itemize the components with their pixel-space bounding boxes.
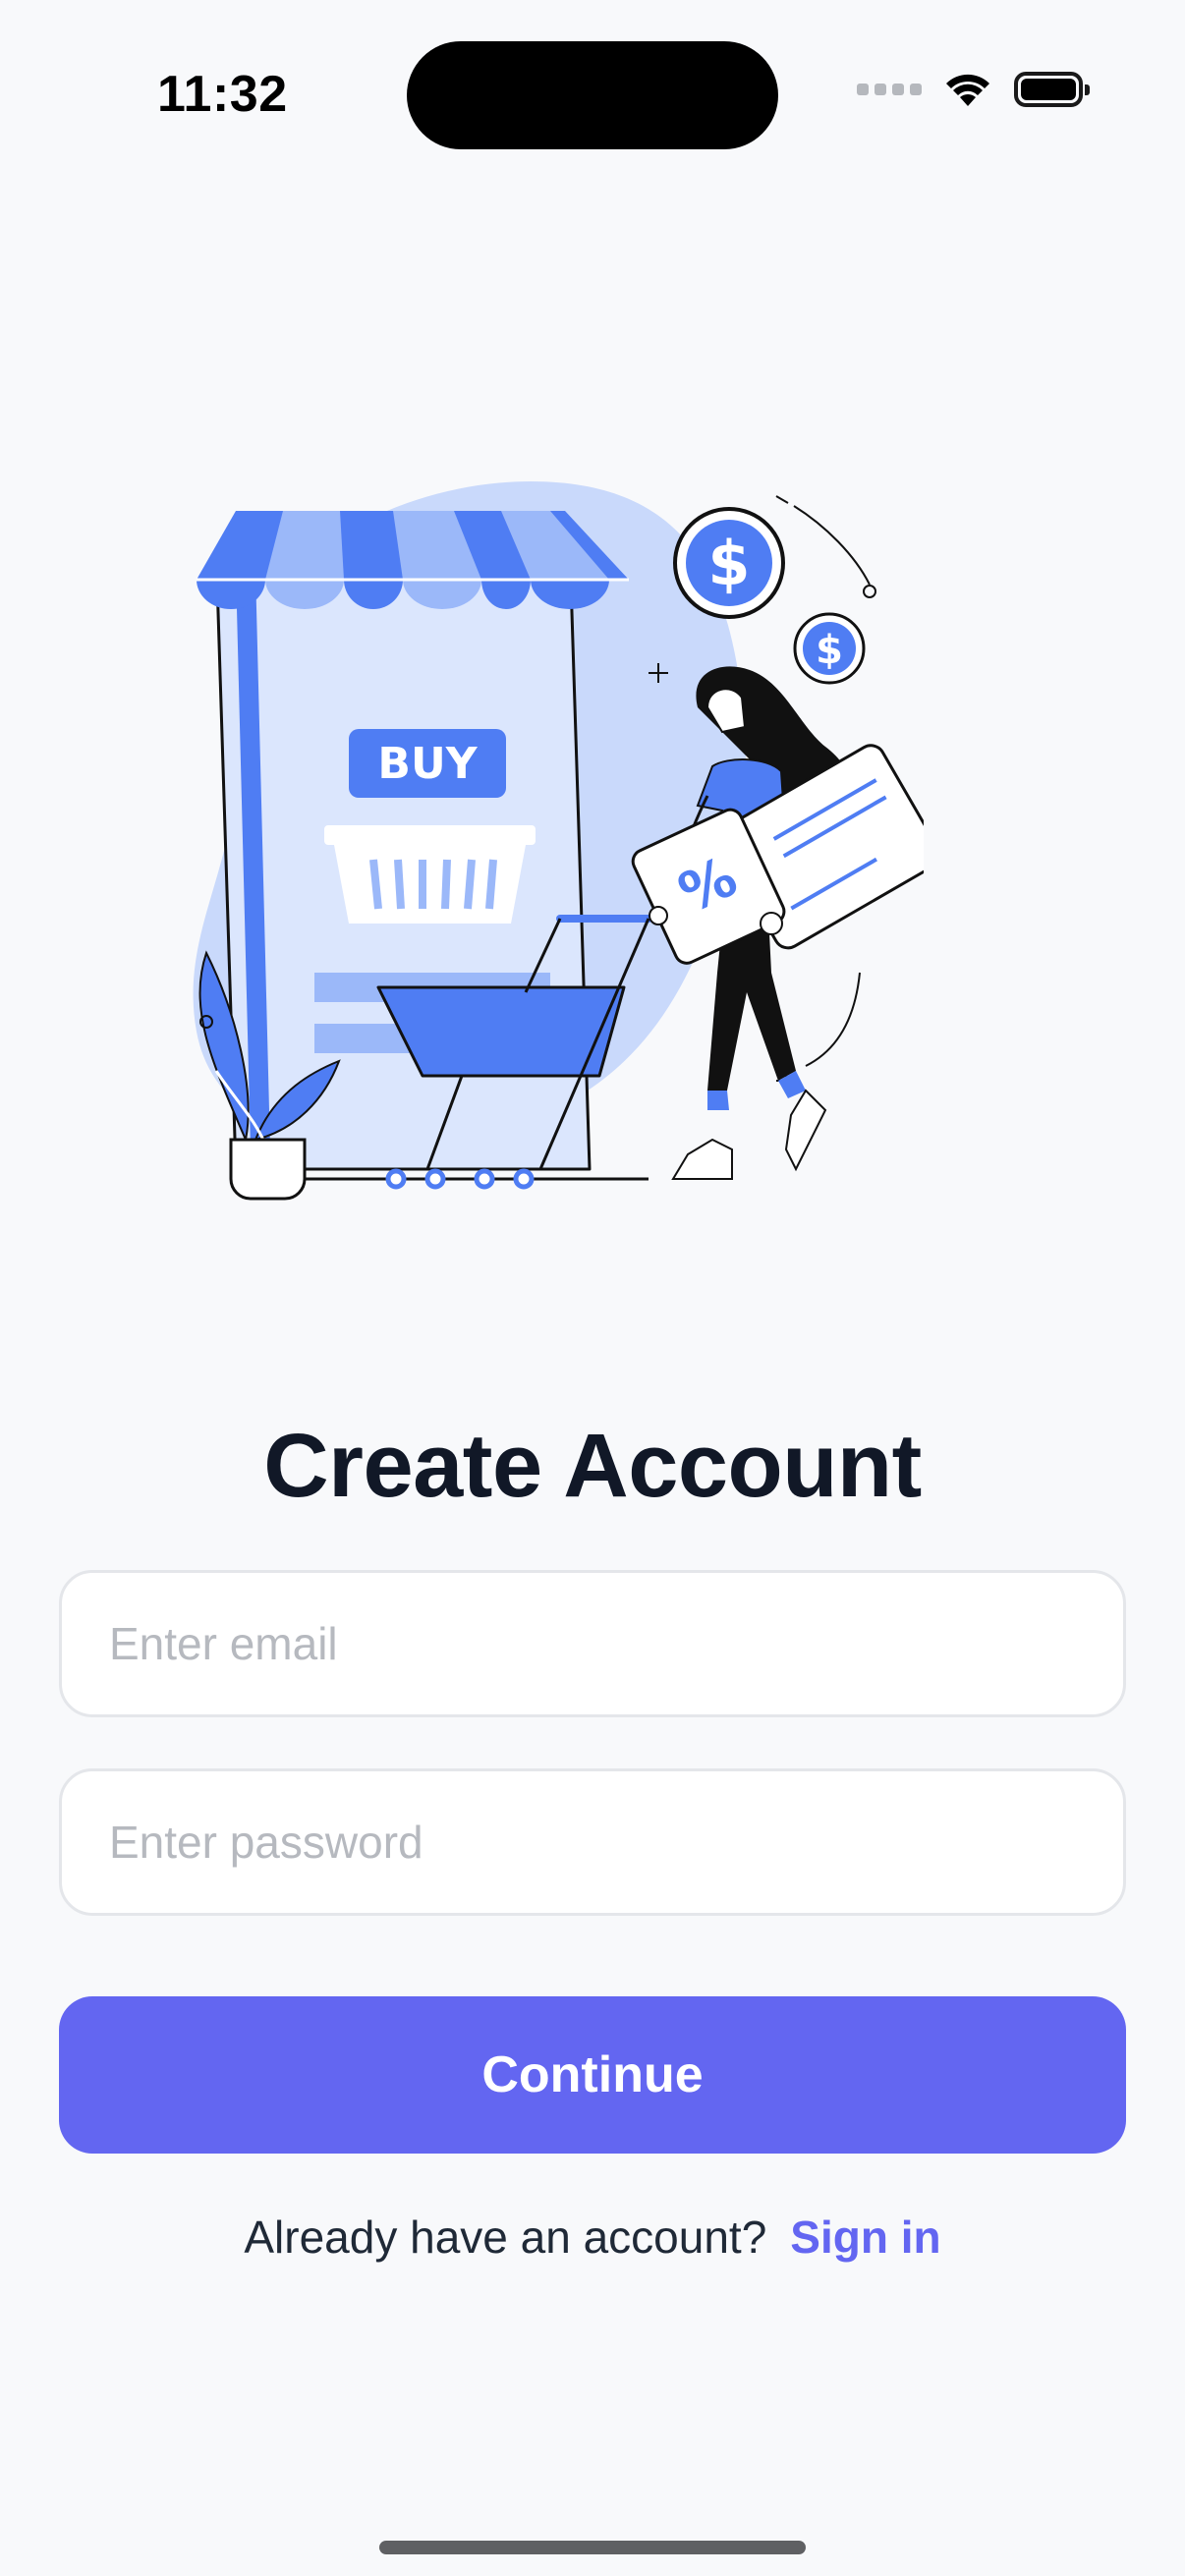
continue-button[interactable]: Continue bbox=[59, 1996, 1126, 2154]
password-field[interactable] bbox=[59, 1768, 1126, 1916]
plant-pot bbox=[229, 1138, 307, 1201]
create-account-screen: 11:32 BUY $ $ % Create Account Enter ema… bbox=[0, 0, 1185, 2576]
home-indicator[interactable] bbox=[379, 2541, 806, 2554]
battery-icon bbox=[1014, 72, 1090, 107]
page-title: Create Account bbox=[263, 1416, 922, 1516]
wifi-icon bbox=[946, 74, 989, 106]
signin-link[interactable]: Sign in bbox=[790, 2212, 940, 2263]
shopping-illustration: BUY $ $ % bbox=[193, 481, 924, 1201]
signin-prompt-text: Already have an account? bbox=[244, 2212, 767, 2263]
svg-text:$: $ bbox=[707, 528, 750, 599]
status-time: 11:32 bbox=[157, 66, 288, 123]
status-icons bbox=[857, 71, 1090, 108]
email-field[interactable] bbox=[59, 1570, 1126, 1717]
svg-text:$: $ bbox=[816, 628, 843, 673]
svg-text:BUY: BUY bbox=[377, 739, 478, 789]
dynamic-island bbox=[407, 41, 778, 149]
signin-prompt-row: Already have an account? Sign in bbox=[0, 2211, 1185, 2264]
cellular-signal-icon bbox=[857, 84, 922, 95]
